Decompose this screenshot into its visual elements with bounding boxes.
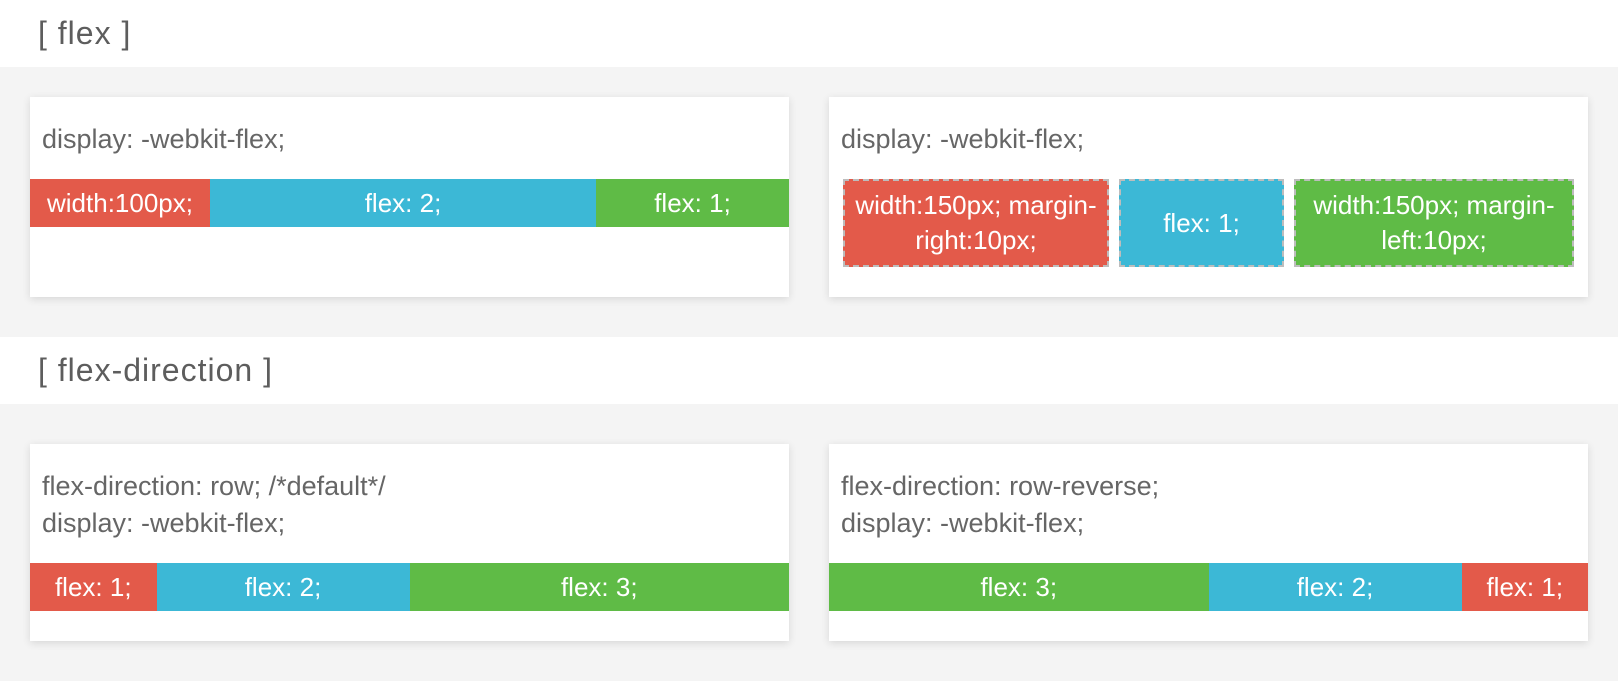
card-desc: flex-direction: row-reverse; display: -w… xyxy=(829,468,1588,563)
card-flex-margin: display: -webkit-flex; width:150px; marg… xyxy=(829,97,1588,297)
card-desc: display: -webkit-flex; xyxy=(829,121,1588,179)
card-direction-row: flex-direction: row; /*default*/ display… xyxy=(30,444,789,641)
flex-box-flex-1: flex: 1; xyxy=(30,563,157,611)
section-title-flex-direction: [ flex-direction ] xyxy=(0,337,1618,404)
flex-demo-basic: width:100px; flex: 2; flex: 1; xyxy=(30,179,789,227)
row-flex-examples: display: -webkit-flex; width:100px; flex… xyxy=(0,97,1618,297)
card-desc: display: -webkit-flex; xyxy=(30,121,789,179)
flex-box-flex-2: flex: 2; xyxy=(210,179,596,227)
flex-box-flex-1: flex: 1; xyxy=(596,179,789,227)
card-direction-row-reverse: flex-direction: row-reverse; display: -w… xyxy=(829,444,1588,641)
flex-box-flex-2: flex: 2; xyxy=(157,563,410,611)
flex-box-width150-mr: width:150px; margin-right:10px; xyxy=(843,179,1109,267)
flex-box-flex-2: flex: 2; xyxy=(1209,563,1462,611)
flex-box-flex-1: flex: 1; xyxy=(1462,563,1589,611)
flex-demo-margin: width:150px; margin-right:10px; flex: 1;… xyxy=(829,179,1588,267)
row-flex-direction-examples: flex-direction: row; /*default*/ display… xyxy=(0,444,1618,641)
flex-box-width-100: width:100px; xyxy=(30,179,210,227)
flex-demo-row: flex: 1; flex: 2; flex: 3; xyxy=(30,563,789,611)
flex-box-flex-3: flex: 3; xyxy=(410,563,790,611)
card-flex-basic: display: -webkit-flex; width:100px; flex… xyxy=(30,97,789,297)
section-title-flex: [ flex ] xyxy=(0,0,1618,67)
flex-box-flex-3: flex: 3; xyxy=(829,563,1209,611)
flex-box-flex-1: flex: 1; xyxy=(1119,179,1284,267)
flex-box-width150-ml: width:150px; margin-left:10px; xyxy=(1294,179,1574,267)
flex-demo-row-reverse: flex: 1; flex: 2; flex: 3; xyxy=(829,563,1588,611)
card-desc: flex-direction: row; /*default*/ display… xyxy=(30,468,789,563)
